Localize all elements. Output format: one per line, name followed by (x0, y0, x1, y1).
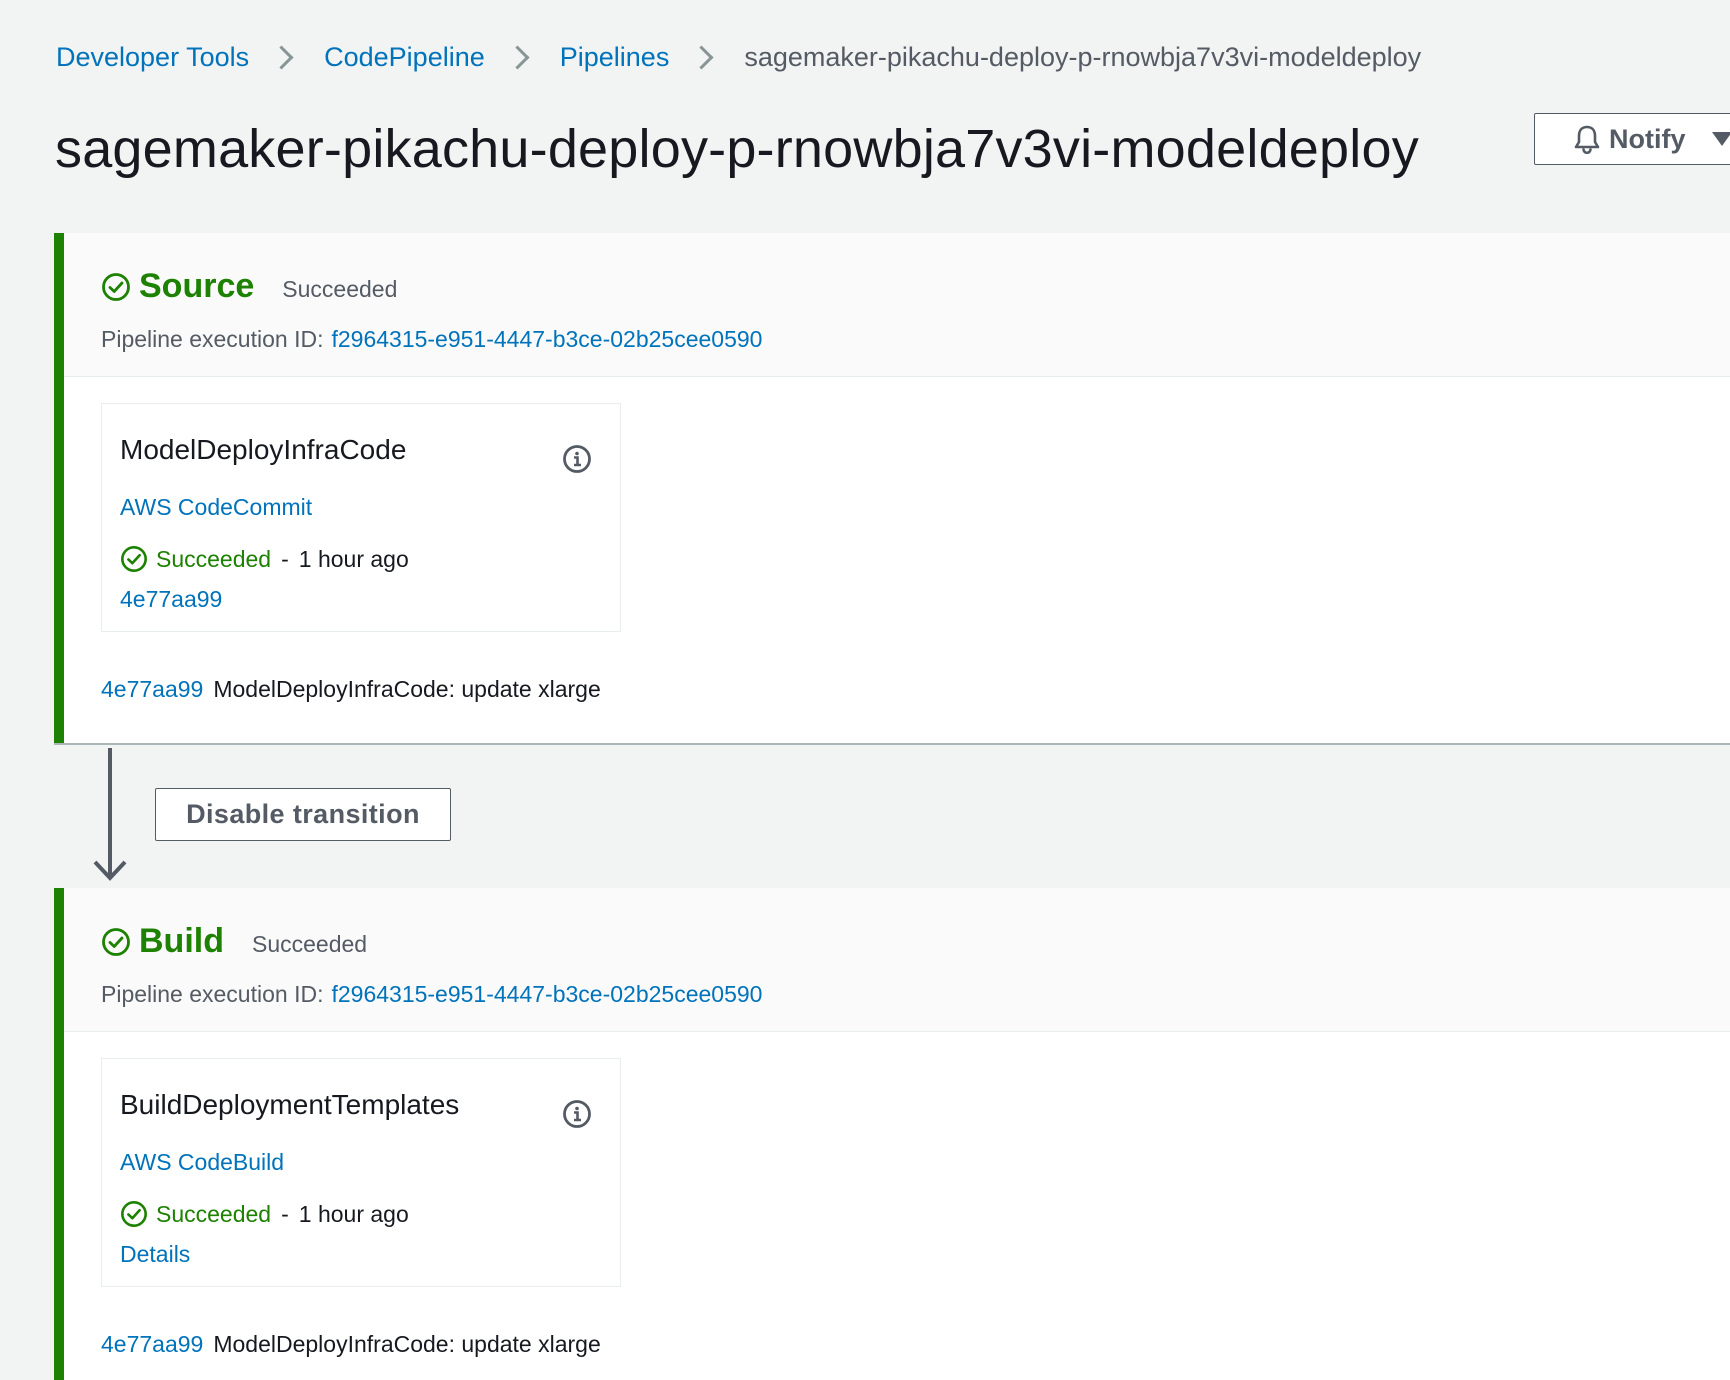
success-check-icon (101, 927, 131, 957)
provider-link[interactable]: AWS CodeBuild (120, 1149, 284, 1176)
chevron-right-icon (689, 45, 714, 70)
execution-id-row: Pipeline execution ID: f2964315-e951-4447… (101, 326, 762, 353)
breadcrumb-pipelines[interactable]: Pipelines (560, 42, 670, 73)
caret-down-icon (1711, 132, 1730, 146)
commit-message: ModelDeployInfraCode: update xlarge (213, 676, 601, 702)
breadcrumb-developer-tools[interactable]: Developer Tools (56, 42, 249, 73)
stage-build: Build Succeeded Pipeline execution ID: f2… (54, 888, 1730, 1380)
success-check-icon (120, 545, 148, 573)
breadcrumb-codepipeline[interactable]: CodePipeline (324, 42, 485, 73)
notify-label: Notify (1609, 123, 1686, 154)
stage-name: Source (139, 267, 255, 305)
execution-id-label: Pipeline execution ID: (101, 981, 324, 1007)
execution-id-link[interactable]: f2964315-e951-4447-b3ce-02b25cee0590 (331, 326, 762, 352)
success-check-icon (120, 1200, 148, 1228)
notify-button[interactable]: Notify (1534, 113, 1730, 165)
page-title: sagemaker-pikachu-deploy-p-rnowbja7v3vi-… (55, 119, 1419, 179)
action-status: Succeeded (156, 1200, 272, 1227)
commit-row: 4e77aa99 ModelDeployInfraCode: update xla… (101, 1331, 601, 1358)
stage-divider (54, 743, 1730, 745)
execution-id-link[interactable]: f2964315-e951-4447-b3ce-02b25cee0590 (331, 981, 762, 1007)
execution-id-label: Pipeline execution ID: (101, 326, 324, 352)
execution-id-row: Pipeline execution ID: f2964315-e951-4447… (101, 981, 762, 1008)
action-card: BuildDeploymentTemplates AWS CodeBuild S… (101, 1058, 621, 1287)
info-icon[interactable] (562, 1099, 592, 1129)
pipeline-page: Developer Tools CodePipeline Pipelines s… (0, 0, 1730, 1380)
action-name: ModelDeployInfraCode (120, 434, 407, 465)
action-status-row: Succeeded - 1 hour ago (120, 545, 409, 573)
stage-status: Succeeded (251, 931, 368, 957)
commit-row: 4e77aa99 ModelDeployInfraCode: update xla… (101, 676, 601, 703)
action-time: 1 hour ago (298, 545, 409, 572)
disable-transition-button[interactable]: Disable transition (155, 788, 451, 841)
stage-source: Source Succeeded Pipeline execution ID: f… (54, 233, 1730, 745)
stage-title-row: Build Succeeded (101, 922, 367, 961)
stage-status: Succeeded (282, 276, 398, 302)
stage-header: Source Succeeded Pipeline execution ID: f… (64, 233, 1730, 377)
bell-icon (1573, 124, 1601, 154)
details-link[interactable]: Details (120, 1241, 190, 1268)
arrow-down-icon (93, 748, 131, 889)
success-check-icon (101, 272, 131, 302)
status-separator: - (281, 1200, 289, 1227)
status-separator: - (281, 545, 289, 572)
breadcrumb-current: sagemaker-pikachu-deploy-p-rnowbja7v3vi-… (744, 42, 1422, 72)
action-card: ModelDeployInfraCode AWS CodeCommit Succ… (101, 403, 621, 632)
breadcrumb: Developer Tools CodePipeline Pipelines s… (56, 42, 1421, 73)
action-name: BuildDeploymentTemplates (120, 1089, 460, 1120)
commit-link[interactable]: 4e77aa99 (120, 586, 222, 613)
chevron-right-icon (269, 45, 294, 70)
commit-id-link[interactable]: 4e77aa99 (101, 676, 203, 702)
action-time: 1 hour ago (298, 1200, 409, 1227)
commit-message: ModelDeployInfraCode: update xlarge (213, 1331, 601, 1357)
provider-link[interactable]: AWS CodeCommit (120, 494, 312, 521)
info-icon[interactable] (562, 444, 592, 474)
stage-header: Build Succeeded Pipeline execution ID: f2… (64, 888, 1730, 1032)
action-status-row: Succeeded - 1 hour ago (120, 1200, 409, 1228)
action-status: Succeeded (156, 545, 272, 572)
commit-id-link[interactable]: 4e77aa99 (101, 1331, 203, 1357)
chevron-right-icon (505, 45, 530, 70)
stage-name: Build (139, 922, 224, 960)
stage-title-row: Source Succeeded (101, 267, 397, 306)
